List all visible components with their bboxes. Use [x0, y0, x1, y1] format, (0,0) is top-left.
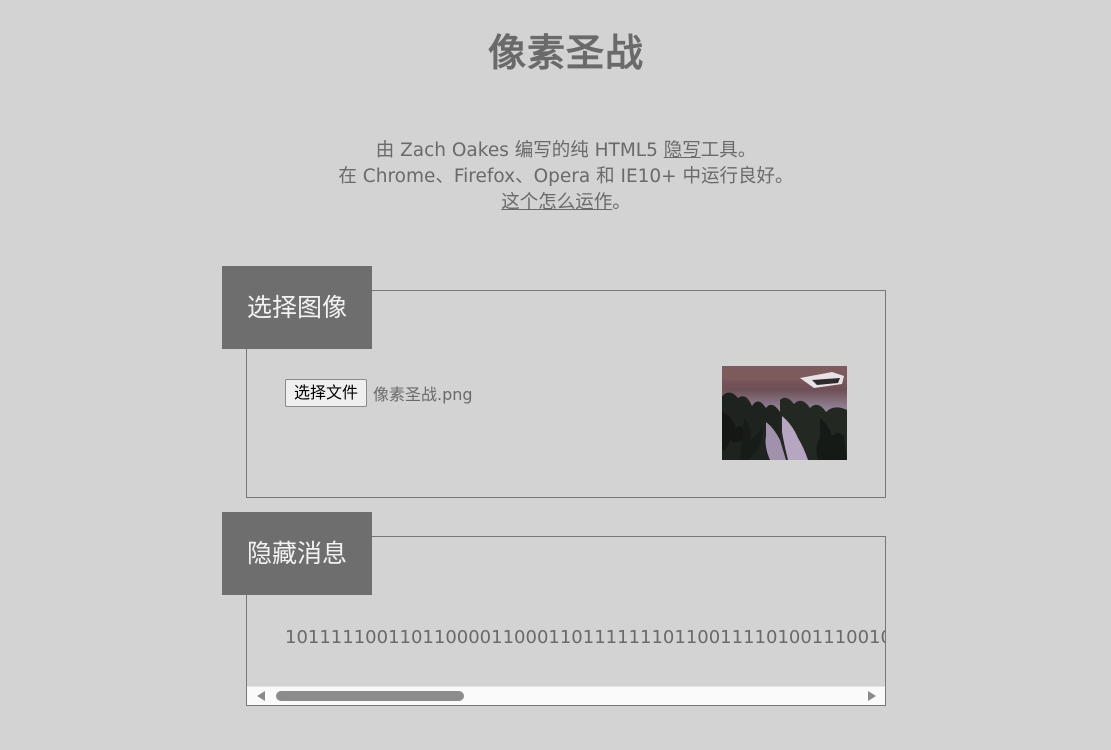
message-binary-output: 1011111001101100001100011011111110110011… — [285, 627, 885, 648]
select-image-tab: 选择图像 — [222, 266, 372, 349]
intro-line-1-text: 由 Zach Oakes 编写的纯 HTML5 — [375, 140, 664, 161]
intro-line-3: 这个怎么运作。 — [0, 190, 1111, 216]
image-preview — [722, 366, 847, 460]
scrollbar-thumb[interactable] — [276, 691, 464, 701]
intro-line-1-suffix: 工具。 — [700, 140, 757, 161]
page-title: 像素圣战 — [487, 31, 644, 75]
image-preview-graphic — [722, 366, 847, 460]
steganography-link[interactable]: 隐写 — [664, 140, 701, 161]
scroll-right-arrow-icon[interactable] — [868, 691, 876, 701]
choose-file-button[interactable]: 选择文件 — [285, 379, 368, 407]
scroll-left-arrow-icon[interactable] — [257, 691, 265, 701]
intro-line-1: 由 Zach Oakes 编写的纯 HTML5 隐写工具。 — [0, 138, 1111, 164]
intro-line-2: 在 Chrome、Firefox、Opera 和 IE10+ 中运行良好。 — [338, 166, 794, 187]
file-picker: 选择文件 像素圣战.png — [285, 379, 473, 407]
horizontal-scrollbar[interactable] — [247, 686, 885, 705]
selected-file-name: 像素圣战.png — [373, 385, 473, 404]
intro-line-3-suffix: 。 — [612, 192, 631, 213]
intro-text: 由 Zach Oakes 编写的纯 HTML5 隐写工具。 在 Chrome、F… — [0, 138, 1111, 216]
hide-message-tab: 隐藏消息 — [222, 512, 372, 595]
how-it-works-link[interactable]: 这个怎么运作 — [501, 192, 612, 213]
